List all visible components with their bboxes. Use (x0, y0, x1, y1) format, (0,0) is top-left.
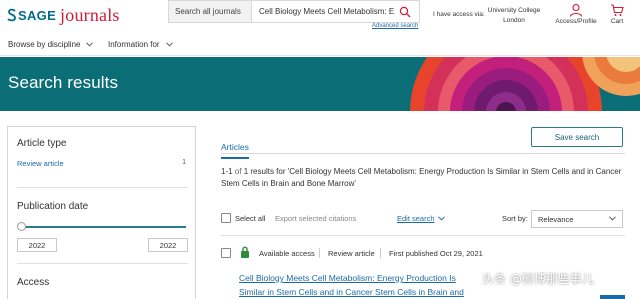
watermark-text: 头条 @硕博那些事儿 (482, 272, 594, 286)
results-of: of (234, 167, 242, 176)
chevron-down-icon (609, 216, 616, 221)
date-range-slider-thumb[interactable] (17, 222, 26, 231)
results-range: 1-1 (221, 167, 233, 176)
advanced-search-link[interactable]: Advanced search (372, 23, 418, 29)
meta-separator (319, 248, 320, 258)
unlock-icon (241, 246, 249, 258)
results-prefix: results for (250, 167, 288, 176)
search-input[interactable] (259, 7, 395, 16)
access-profile-label: Access/Profile (555, 18, 597, 25)
cart-button[interactable]: Cart (606, 3, 628, 25)
cart-label: Cart (610, 18, 624, 25)
institution-name[interactable]: University College London (486, 6, 542, 26)
select-all-label[interactable]: Select all (235, 214, 265, 223)
logo-journals-text: journals (60, 4, 120, 25)
tab-articles[interactable]: Articles (221, 142, 249, 159)
sort-by-select[interactable]: Relevance (531, 210, 623, 228)
institution-line-2: London (503, 17, 525, 24)
search-icon[interactable] (399, 6, 411, 18)
page-title: Search results (8, 73, 119, 92)
feedback-tab[interactable] (600, 295, 625, 299)
filter-divider (17, 187, 188, 188)
meta-separator (380, 248, 381, 258)
search-scope-select[interactable]: Search all journals (168, 0, 252, 23)
results-toolbar: Select all Export selected citations Edi… (221, 210, 625, 228)
results-summary: 1-1 of 1 results for 'Cell Biology Meets… (221, 166, 625, 190)
result-item-meta: Available access Review article First pu… (221, 246, 625, 260)
chevron-down-icon[interactable] (438, 216, 445, 221)
save-search-button[interactable]: Save search (531, 127, 623, 147)
search-results-banner: Search results (0, 57, 640, 111)
select-all-checkbox[interactable] (221, 213, 231, 223)
top-header: SAGE journals Search all journals Advanc… (0, 0, 640, 32)
access-via-label: I have access via: (433, 11, 485, 18)
export-citations-button[interactable]: Export selected citations (275, 214, 356, 223)
cart-icon (611, 4, 624, 16)
search-box (252, 0, 420, 23)
browse-by-discipline-label: Browse by discipline (8, 40, 81, 49)
information-for-menu[interactable]: Information for (108, 40, 173, 49)
user-icon (569, 3, 583, 17)
edit-search-link[interactable]: Edit search (397, 214, 435, 223)
sort-by-label: Sort by: (502, 214, 528, 223)
access-profile-button[interactable]: Access/Profile (553, 3, 599, 25)
filter-review-article-count: 1 (182, 159, 186, 166)
article-type: Review article (328, 249, 375, 258)
year-from-input[interactable]: 2022 (17, 238, 57, 252)
chevron-down-icon (86, 42, 94, 47)
filter-panel: Article type Review article 1 Publicatio… (7, 126, 196, 299)
filter-divider (17, 263, 188, 264)
access-status: Available access (259, 249, 315, 258)
results-tabs: Articles (221, 137, 249, 159)
sage-journals-logo[interactable]: SAGE journals (7, 4, 120, 26)
publication-date-heading: Publication date (17, 201, 89, 212)
institution-line-1: University College (487, 7, 541, 14)
year-to-input[interactable]: 2022 (148, 238, 188, 252)
filter-review-article[interactable]: Review article (17, 159, 64, 168)
results-count: 1 (243, 167, 249, 176)
date-range-slider-track[interactable] (20, 226, 186, 228)
sort-by-value: Relevance (538, 214, 574, 224)
article-type-heading: Article type (17, 138, 67, 149)
information-for-label: Information for (108, 40, 160, 49)
browse-by-discipline-menu[interactable]: Browse by discipline (8, 40, 94, 49)
tabs-divider (221, 153, 625, 154)
discipline-nav: Browse by discipline Information for (0, 32, 640, 56)
result-title-link[interactable]: Cell Biology Meets Cell Metabolism: Ener… (239, 271, 479, 299)
access-heading: Access (17, 277, 50, 288)
published-date: First published Oct 29, 2021 (389, 249, 483, 258)
result-select-checkbox[interactable] (221, 248, 231, 258)
sage-logo-mark-icon (7, 8, 17, 22)
toolbar-divider (221, 235, 625, 236)
chevron-down-icon (165, 42, 173, 47)
logo-sage-text: SAGE (18, 7, 57, 23)
